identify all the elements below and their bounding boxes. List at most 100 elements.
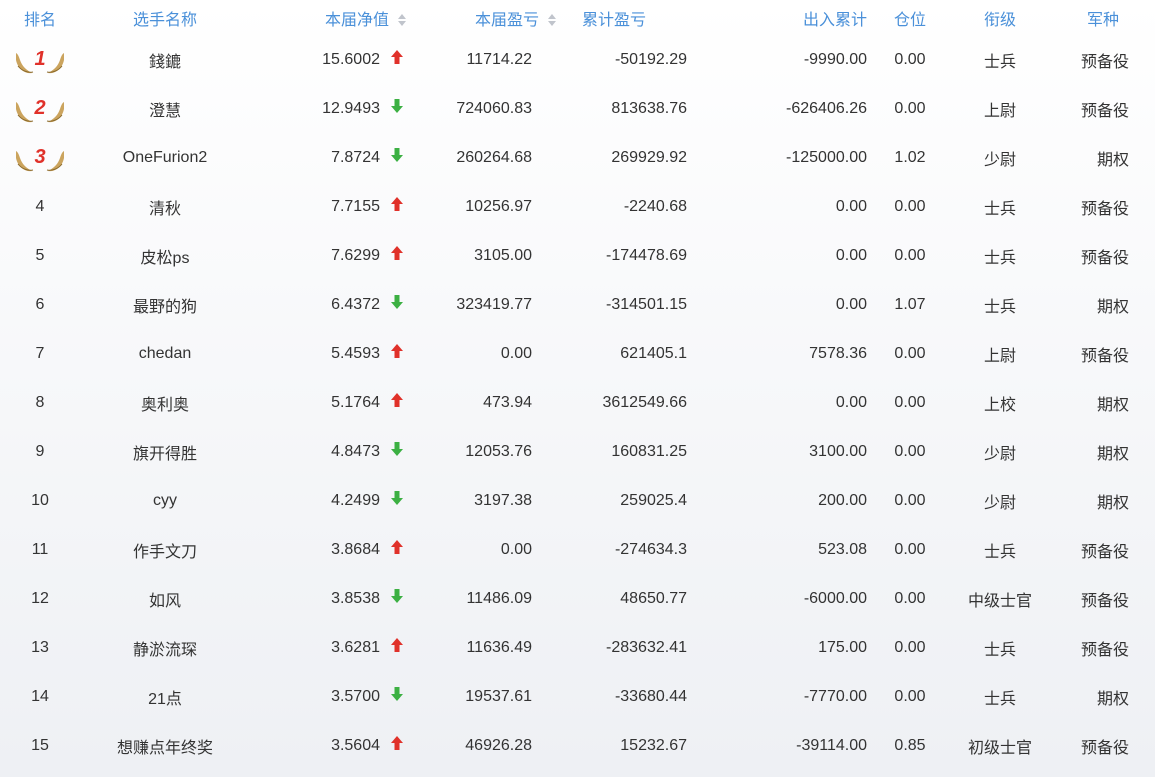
rank-number: 10 bbox=[31, 491, 49, 509]
rank-cell: 6 bbox=[0, 280, 80, 329]
trend-down-icon bbox=[390, 490, 410, 511]
branch: 预备役 bbox=[1080, 592, 1129, 610]
player-name[interactable]: 想赚点年终奖 bbox=[80, 721, 250, 770]
table-row: 5 皮松ps 7.6299 3105.00 -174478.69 0.00 0.00 士兵 预备… bbox=[0, 231, 1155, 280]
trend-up-icon bbox=[390, 392, 410, 413]
branch: 期权 bbox=[1096, 396, 1129, 414]
position: 0.00 bbox=[894, 687, 926, 705]
player-name[interactable]: chedan bbox=[80, 329, 250, 378]
header-position: 仓位 bbox=[893, 11, 926, 29]
header-in-out: 出入累计 bbox=[802, 11, 867, 29]
net-value-cell: 3.8538 bbox=[250, 574, 410, 623]
position: 0.85 bbox=[894, 736, 926, 754]
total-pnl: 621405.1 bbox=[620, 344, 687, 362]
rank-cell: 2 bbox=[0, 84, 80, 133]
net-value-cell: 12.9493 bbox=[250, 84, 410, 133]
season-pnl: 323419.77 bbox=[456, 295, 532, 313]
rank-cell: 4 bbox=[0, 182, 80, 231]
player-name[interactable]: 21点 bbox=[80, 672, 250, 721]
in-out-total: -125000.00 bbox=[786, 148, 867, 166]
total-pnl: -2240.68 bbox=[623, 197, 687, 215]
rank-number: 6 bbox=[35, 295, 45, 313]
branch: 预备役 bbox=[1080, 641, 1129, 659]
position: 0.00 bbox=[894, 197, 926, 215]
header-name: 选手名称 bbox=[132, 11, 197, 29]
rank-cell: 10 bbox=[0, 476, 80, 525]
position: 0.00 bbox=[894, 99, 926, 117]
player-name[interactable]: 清秋 bbox=[80, 182, 250, 231]
net-value-cell: 5.1764 bbox=[250, 378, 410, 427]
trend-up-icon bbox=[390, 49, 410, 70]
branch: 期权 bbox=[1096, 151, 1129, 169]
player-name[interactable]: 如风 bbox=[80, 574, 250, 623]
sort-icon[interactable] bbox=[398, 14, 406, 27]
total-pnl: 813638.76 bbox=[611, 99, 687, 117]
season-pnl: 0.00 bbox=[500, 344, 532, 362]
table-row: 9 旗开得胜 4.8473 12053.76 160831.25 3100.00 0.00 少… bbox=[0, 427, 1155, 476]
branch: 预备役 bbox=[1080, 53, 1129, 71]
rank-cell: 5 bbox=[0, 231, 80, 280]
rank-number: 13 bbox=[31, 638, 49, 656]
header-season-pnl-label: 本届盈亏 bbox=[474, 11, 539, 29]
table-row: 7 chedan 5.4593 0.00 621405.1 7578.36 0.00 上尉 预备… bbox=[0, 329, 1155, 378]
grade: 士兵 bbox=[983, 543, 1016, 561]
season-pnl: 260264.68 bbox=[456, 148, 532, 166]
rank-cell: 1 bbox=[0, 35, 80, 84]
season-pnl: 3105.00 bbox=[474, 246, 532, 264]
net-value: 3.5604 bbox=[331, 736, 380, 754]
branch: 期权 bbox=[1096, 690, 1129, 708]
season-pnl: 10256.97 bbox=[465, 197, 532, 215]
net-value: 3.6281 bbox=[331, 638, 380, 656]
total-pnl: -174478.69 bbox=[606, 246, 687, 264]
in-out-total: 0.00 bbox=[835, 393, 867, 411]
rank-number: 8 bbox=[35, 393, 45, 411]
player-name[interactable]: 錢鏕 bbox=[80, 35, 250, 84]
header-net-value[interactable]: 本届净值 bbox=[250, 0, 410, 35]
player-name[interactable]: 皮松ps bbox=[80, 231, 250, 280]
player-name[interactable]: 澄慧 bbox=[80, 84, 250, 133]
header-season-pnl[interactable]: 本届盈亏 bbox=[410, 0, 560, 35]
total-pnl: 160831.25 bbox=[611, 442, 687, 460]
player-name[interactable]: OneFurion2 bbox=[80, 133, 250, 182]
table-row: 1 錢鏕 15.6002 11714.22 -50192.29 -9990.00 0.00 士… bbox=[0, 35, 1155, 84]
grade: 少尉 bbox=[983, 445, 1016, 463]
position: 0.00 bbox=[894, 50, 926, 68]
position: 0.00 bbox=[894, 540, 926, 558]
grade: 上尉 bbox=[983, 347, 1016, 365]
season-pnl: 3197.38 bbox=[474, 491, 532, 509]
table-row: 8 奥利奥 5.1764 473.94 3612549.66 0.00 0.00 上校 期权 bbox=[0, 378, 1155, 427]
in-out-total: 7578.36 bbox=[809, 344, 867, 362]
rank-cell: 12 bbox=[0, 574, 80, 623]
player-name[interactable]: 静淤流琛 bbox=[80, 623, 250, 672]
rank-cell: 8 bbox=[0, 378, 80, 427]
net-value: 6.4372 bbox=[331, 295, 380, 313]
grade: 上校 bbox=[983, 396, 1016, 414]
position: 0.00 bbox=[894, 491, 926, 509]
player-name[interactable]: 最野的狗 bbox=[80, 280, 250, 329]
branch: 期权 bbox=[1096, 494, 1129, 512]
player-name[interactable]: 奥利奥 bbox=[80, 378, 250, 427]
rank-number: 4 bbox=[35, 197, 45, 215]
sort-icon[interactable] bbox=[548, 14, 556, 27]
branch: 预备役 bbox=[1080, 347, 1129, 365]
header-rank: 排名 bbox=[23, 11, 56, 29]
header-branch: 军种 bbox=[1086, 11, 1119, 29]
rank-number: 2 bbox=[34, 96, 46, 119]
trend-up-icon bbox=[390, 539, 410, 560]
rank-cell: 15 bbox=[0, 721, 80, 770]
grade: 士兵 bbox=[983, 298, 1016, 316]
grade: 士兵 bbox=[983, 690, 1016, 708]
net-value: 15.6002 bbox=[322, 50, 380, 68]
trend-down-icon bbox=[390, 147, 410, 168]
player-name[interactable]: cyy bbox=[80, 476, 250, 525]
table-row: 15 想赚点年终奖 3.5604 46926.28 15232.67 -39114.00 0… bbox=[0, 721, 1155, 770]
grade: 士兵 bbox=[983, 200, 1016, 218]
grade: 少尉 bbox=[983, 151, 1016, 169]
player-name[interactable]: 旗开得胜 bbox=[80, 427, 250, 476]
in-out-total: -39114.00 bbox=[796, 736, 867, 754]
total-pnl: -314501.15 bbox=[606, 295, 687, 313]
player-name[interactable]: 作手文刀 bbox=[80, 525, 250, 574]
net-value: 4.2499 bbox=[331, 491, 380, 509]
header-net-value-label: 本届净值 bbox=[324, 11, 389, 29]
position: 0.00 bbox=[894, 344, 926, 362]
